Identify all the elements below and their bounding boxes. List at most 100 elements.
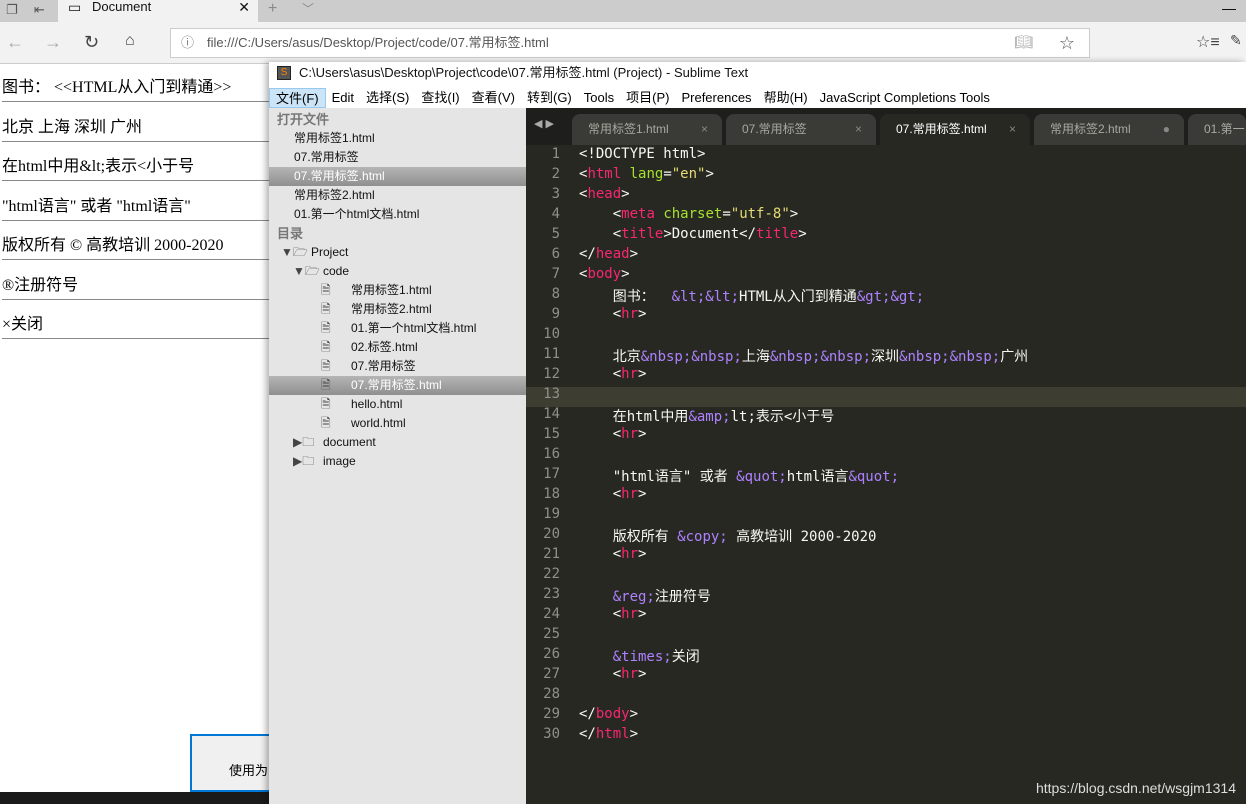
folder-closed[interactable]: ▶🗀︎ image <box>269 452 526 471</box>
menu-item[interactable]: 项目(P) <box>620 88 675 108</box>
code-token-tag: head <box>587 186 622 202</box>
menu-item[interactable]: 查看(V) <box>466 88 521 108</box>
pen-icon[interactable]: ✎ <box>1230 32 1242 49</box>
close-tab-icon[interactable]: ✕ <box>238 0 250 14</box>
close-tab-icon[interactable]: × <box>855 114 862 144</box>
dialog-text: 使用为 <box>229 763 269 778</box>
file-item[interactable]: 🗎︎ 07.常用标签.html <box>269 376 526 395</box>
browser-tab-document[interactable]: ▭ Document ✕ <box>58 0 258 22</box>
file-item[interactable]: 🗎︎ hello.html <box>269 395 526 414</box>
code-token-txt: </ <box>579 706 596 722</box>
code-token-tag: title <box>621 226 664 242</box>
close-tab-icon[interactable]: × <box>701 114 708 144</box>
menu-item[interactable]: 帮助(H) <box>758 88 814 108</box>
code-token-ent: &lt;&lt; <box>671 289 740 305</box>
menu-item[interactable]: Edit <box>326 88 360 108</box>
open-file-item[interactable]: 常用标签2.html <box>269 186 526 205</box>
tab-label: 07.常用标签.html <box>896 122 987 136</box>
file-item[interactable]: 🗎︎ 常用标签1.html <box>269 281 526 300</box>
refresh-icon[interactable]: ↻ <box>84 32 99 53</box>
code-line: <hr> <box>579 606 647 622</box>
editor-tab[interactable]: 01.第一 <box>1188 114 1246 145</box>
menu-item[interactable]: 转到(G) <box>521 88 578 108</box>
code-token-txt: > <box>629 246 639 262</box>
line-number: 14 <box>543 406 560 422</box>
menu-item[interactable]: Tools <box>578 88 620 108</box>
horizontal-rule <box>2 101 270 102</box>
open-file-item[interactable]: 01.第一个html文档.html <box>269 205 526 224</box>
editor-tab[interactable]: 07.常用标签 × <box>726 114 876 145</box>
menu-item[interactable]: 选择(S) <box>360 88 415 108</box>
code-token-attr: lang <box>629 166 664 182</box>
info-icon: ⓘ <box>181 35 195 50</box>
editor-tab[interactable]: 07.常用标签.html × <box>880 114 1030 145</box>
open-file-item[interactable]: 07.常用标签.html <box>269 167 526 186</box>
code-token-txt: >Document</ <box>663 226 757 242</box>
new-tab-icon[interactable]: + <box>268 0 277 18</box>
file-item[interactable]: 🗎︎ 02.标签.html <box>269 338 526 357</box>
code-token-ent: &nbsp;&nbsp; <box>640 349 742 365</box>
menu-item[interactable]: JavaScript Completions Tools <box>814 88 996 108</box>
folder-closed-icon: ▶🗀︎ <box>293 454 315 468</box>
code-token-txt: 深圳 <box>871 349 900 365</box>
page-line: "html语言" 或者 "html语言" <box>2 197 191 215</box>
horizontal-rule <box>2 338 270 339</box>
folder-code[interactable]: ▼🗁︎ code <box>269 262 526 281</box>
open-file-item[interactable]: 07.常用标签 <box>269 148 526 167</box>
code-token-txt: > <box>638 426 647 442</box>
horizontal-rule <box>2 140 270 142</box>
horizontal-rule <box>2 180 270 181</box>
folder-closed[interactable]: ▶🗀︎ document <box>269 433 526 452</box>
unsaved-dot-icon[interactable]: ● <box>1163 114 1170 144</box>
file-item[interactable]: 🗎︎ 常用标签2.html <box>269 300 526 319</box>
menu-item[interactable]: 查找(I) <box>415 88 465 108</box>
tab-scroll-arrows-icon[interactable]: ◀ ▶ <box>534 117 554 130</box>
back-icon[interactable]: ← <box>6 32 24 53</box>
folder-project[interactable]: ▼🗁︎ Project <box>269 243 526 262</box>
folder-code-label: code <box>323 264 350 278</box>
horizontal-rule <box>2 259 270 260</box>
tab-label: 07.常用标签 <box>742 122 807 136</box>
address-bar[interactable]: ⓘ file:///C:/Users/asus/Desktop/Project/… <box>170 28 1090 58</box>
favorite-star-icon[interactable]: ☆ <box>1059 29 1075 57</box>
code-token-txt: < <box>579 226 622 242</box>
code-token-txt: < <box>579 426 622 442</box>
file-item[interactable]: 🗎︎ 07.常用标签 <box>269 357 526 376</box>
editor-tab[interactable]: 常用标签2.html ● <box>1034 114 1184 145</box>
home-icon[interactable]: ⌂ <box>125 32 135 50</box>
code-line: <hr> <box>579 486 647 502</box>
code-line: <title>Document</title> <box>579 226 807 242</box>
horizontal-rule <box>2 219 270 221</box>
editor[interactable]: ◀ ▶ 常用标签1.html × 07.常用标签 × 07.常用标签.html × 常用标签… <box>526 108 1246 804</box>
code-token-txt: 版权所有 <box>579 529 678 545</box>
code-line: <hr> <box>579 666 647 682</box>
menu-item[interactable]: Preferences <box>675 88 757 108</box>
editor-tab[interactable]: 常用标签1.html × <box>572 114 722 145</box>
tab-list-icon[interactable]: ❐ <box>6 2 18 18</box>
forward-icon[interactable]: → <box>44 32 62 53</box>
rendered-page: 图书： <<HTML从入门到精通>> 北京 上海 深圳 广州 在html中用&lt;… <box>0 64 270 792</box>
menu-item[interactable]: 文件(F) <box>269 88 326 108</box>
code-line: <!DOCTYPE html> <box>579 146 705 162</box>
reading-view-icon[interactable]: 📖︎ <box>1014 29 1033 57</box>
code-token-ent: &quot; <box>848 469 900 485</box>
code-token-attr: charset <box>663 206 723 222</box>
code-line: <hr> <box>579 426 647 442</box>
code-token-txt: 上海 <box>741 349 770 365</box>
file-item[interactable]: 🗎︎ world.html <box>269 414 526 433</box>
folder-closed-icon: ▶🗀︎ <box>293 435 315 449</box>
chevron-down-icon[interactable]: ﹀ <box>302 0 314 17</box>
code-token-txt: > <box>638 606 647 622</box>
file-item[interactable]: 🗎︎ 01.第一个html文档.html <box>269 319 526 338</box>
close-tab-icon[interactable]: × <box>1009 114 1016 144</box>
folder-open-icon: ▼🗁︎ <box>281 245 308 259</box>
page-line: ×关闭 <box>2 316 44 333</box>
line-number: 24 <box>543 606 560 622</box>
minimize-icon[interactable]: — <box>1222 0 1236 16</box>
line-number: 5 <box>551 226 560 242</box>
set-aside-tabs-icon[interactable]: ⇤ <box>34 2 45 18</box>
taskbar <box>0 792 270 804</box>
open-file-item[interactable]: 常用标签1.html <box>269 129 526 148</box>
favorites-list-icon[interactable]: ☆≡ <box>1196 32 1220 52</box>
